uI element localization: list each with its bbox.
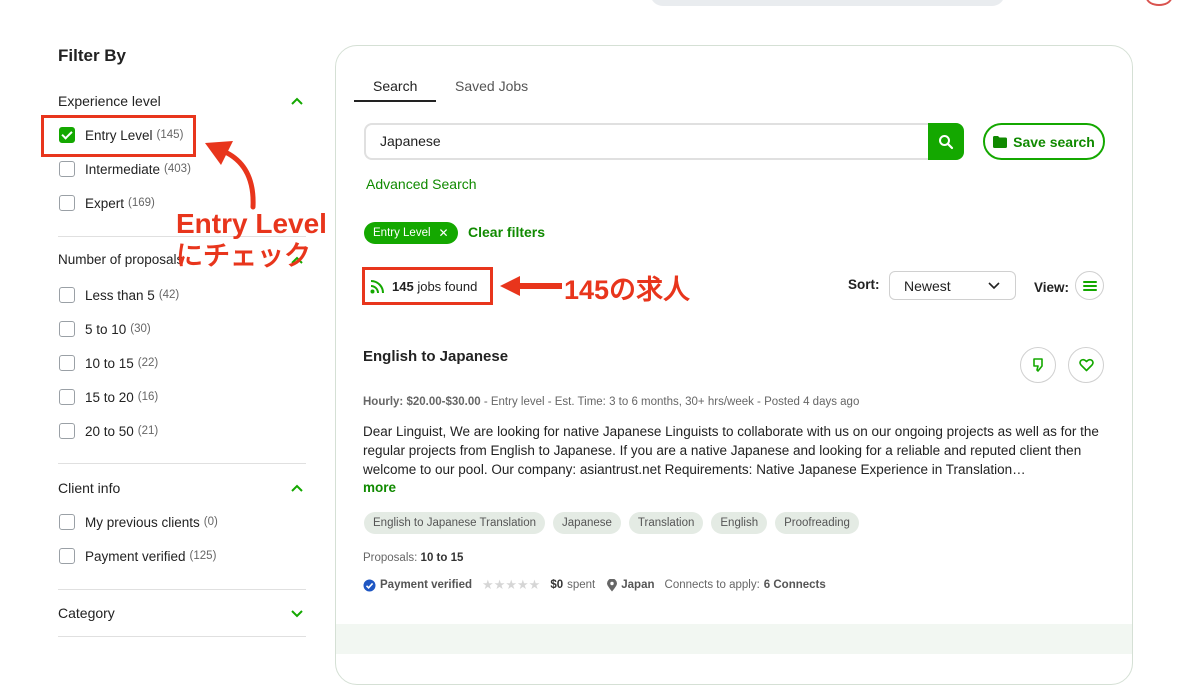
sort-select[interactable]: Newest: [889, 271, 1016, 300]
proposals-title: Number of proposals: [58, 252, 184, 267]
filter-previous-clients[interactable]: My previous clients (0): [59, 514, 218, 530]
annotation-jobs-label: 145の求人: [564, 275, 691, 305]
checkbox[interactable]: [59, 548, 75, 564]
tab-underline: [354, 100, 436, 102]
tab-search[interactable]: Search: [373, 78, 417, 94]
category-title: Category: [58, 605, 115, 621]
job-description: Dear Linguist, We are looking for native…: [363, 424, 1099, 477]
chevron-down-icon[interactable]: [290, 606, 304, 620]
skill-tag[interactable]: Proofreading: [775, 512, 859, 534]
view-label: View:: [1034, 280, 1070, 295]
checkbox[interactable]: [59, 514, 75, 530]
folder-icon: [993, 135, 1008, 148]
annotation-left-arrow: [500, 276, 562, 296]
list-icon: [1082, 280, 1097, 291]
search-button[interactable]: [928, 123, 964, 160]
filter-payment-verified[interactable]: Payment verified (125): [59, 548, 216, 564]
skill-tag[interactable]: Translation: [628, 512, 704, 534]
client-info-title: Client info: [58, 480, 121, 496]
skills-list: English to Japanese Translation Japanese…: [364, 512, 859, 534]
checkbox[interactable]: [59, 287, 75, 303]
chevron-down-icon: [988, 281, 1000, 289]
divider: [58, 636, 306, 637]
search-input[interactable]: Japanese: [364, 123, 928, 160]
annotation-entry-box: [41, 115, 196, 157]
job-meta: Hourly: $20.00-$30.00 - Entry level - Es…: [363, 396, 860, 408]
checkbox[interactable]: [59, 161, 75, 177]
filter-proposals-10-15[interactable]: 10 to 15 (22): [59, 355, 158, 371]
filter-title: Filter By: [58, 46, 127, 65]
checkbox[interactable]: [59, 355, 75, 371]
dislike-button[interactable]: [1020, 347, 1056, 383]
filter-chip-entry-level[interactable]: Entry Level ✕: [364, 222, 458, 244]
next-job-card: [336, 624, 1132, 654]
checkbox[interactable]: [59, 195, 75, 211]
filter-intermediate[interactable]: Intermediate (403): [59, 161, 191, 177]
skill-tag[interactable]: English: [711, 512, 768, 534]
sort-label: Sort:: [848, 277, 880, 292]
checkbox[interactable]: [59, 389, 75, 405]
close-icon[interactable]: ✕: [439, 226, 449, 240]
chevron-up-icon[interactable]: [290, 94, 304, 108]
view-toggle-button[interactable]: [1075, 271, 1104, 300]
chevron-up-icon[interactable]: [290, 481, 304, 495]
annotation-curved-arrow: [205, 141, 256, 210]
heart-icon: [1078, 358, 1094, 372]
annotation-entry-label: Entry Level にチェック: [176, 208, 327, 271]
skill-tag[interactable]: English to Japanese Translation: [364, 512, 546, 534]
filter-expert[interactable]: Expert (169): [59, 195, 155, 211]
filter-proposals-lt5[interactable]: Less than 5 (42): [59, 287, 179, 303]
filter-proposals-20-50[interactable]: 20 to 50 (21): [59, 423, 158, 439]
skill-tag[interactable]: Japanese: [553, 512, 621, 534]
divider: [58, 463, 306, 464]
top-search-bar[interactable]: [650, 0, 1005, 6]
more-link[interactable]: more: [363, 480, 396, 495]
clear-filters-link[interactable]: Clear filters: [468, 224, 545, 240]
checkbox[interactable]: [59, 321, 75, 337]
search-icon: [939, 134, 954, 149]
location-icon: [607, 578, 618, 591]
experience-level-title: Experience level: [58, 93, 161, 109]
filter-proposals-5-10[interactable]: 5 to 10 (30): [59, 321, 151, 337]
checkbox[interactable]: [59, 423, 75, 439]
save-search-button[interactable]: Save search: [983, 123, 1105, 160]
tab-saved-jobs[interactable]: Saved Jobs: [455, 78, 528, 94]
advanced-search-link[interactable]: Advanced Search: [366, 176, 477, 192]
filter-proposals-15-20[interactable]: 15 to 20 (16): [59, 389, 158, 405]
client-stats: Payment verified ★★★★★ $0 spent Japan Con…: [363, 577, 826, 593]
verified-badge-icon: [363, 579, 376, 591]
avatar[interactable]: [1146, 0, 1172, 6]
rating-stars: ★★★★★: [482, 577, 541, 592]
thumbs-down-icon: [1033, 358, 1043, 372]
proposals-info: Proposals: 10 to 15: [363, 552, 464, 564]
divider: [58, 589, 306, 590]
save-job-button[interactable]: [1068, 347, 1104, 383]
annotation-jobs-box: [362, 267, 493, 305]
job-title[interactable]: English to Japanese: [363, 348, 508, 365]
